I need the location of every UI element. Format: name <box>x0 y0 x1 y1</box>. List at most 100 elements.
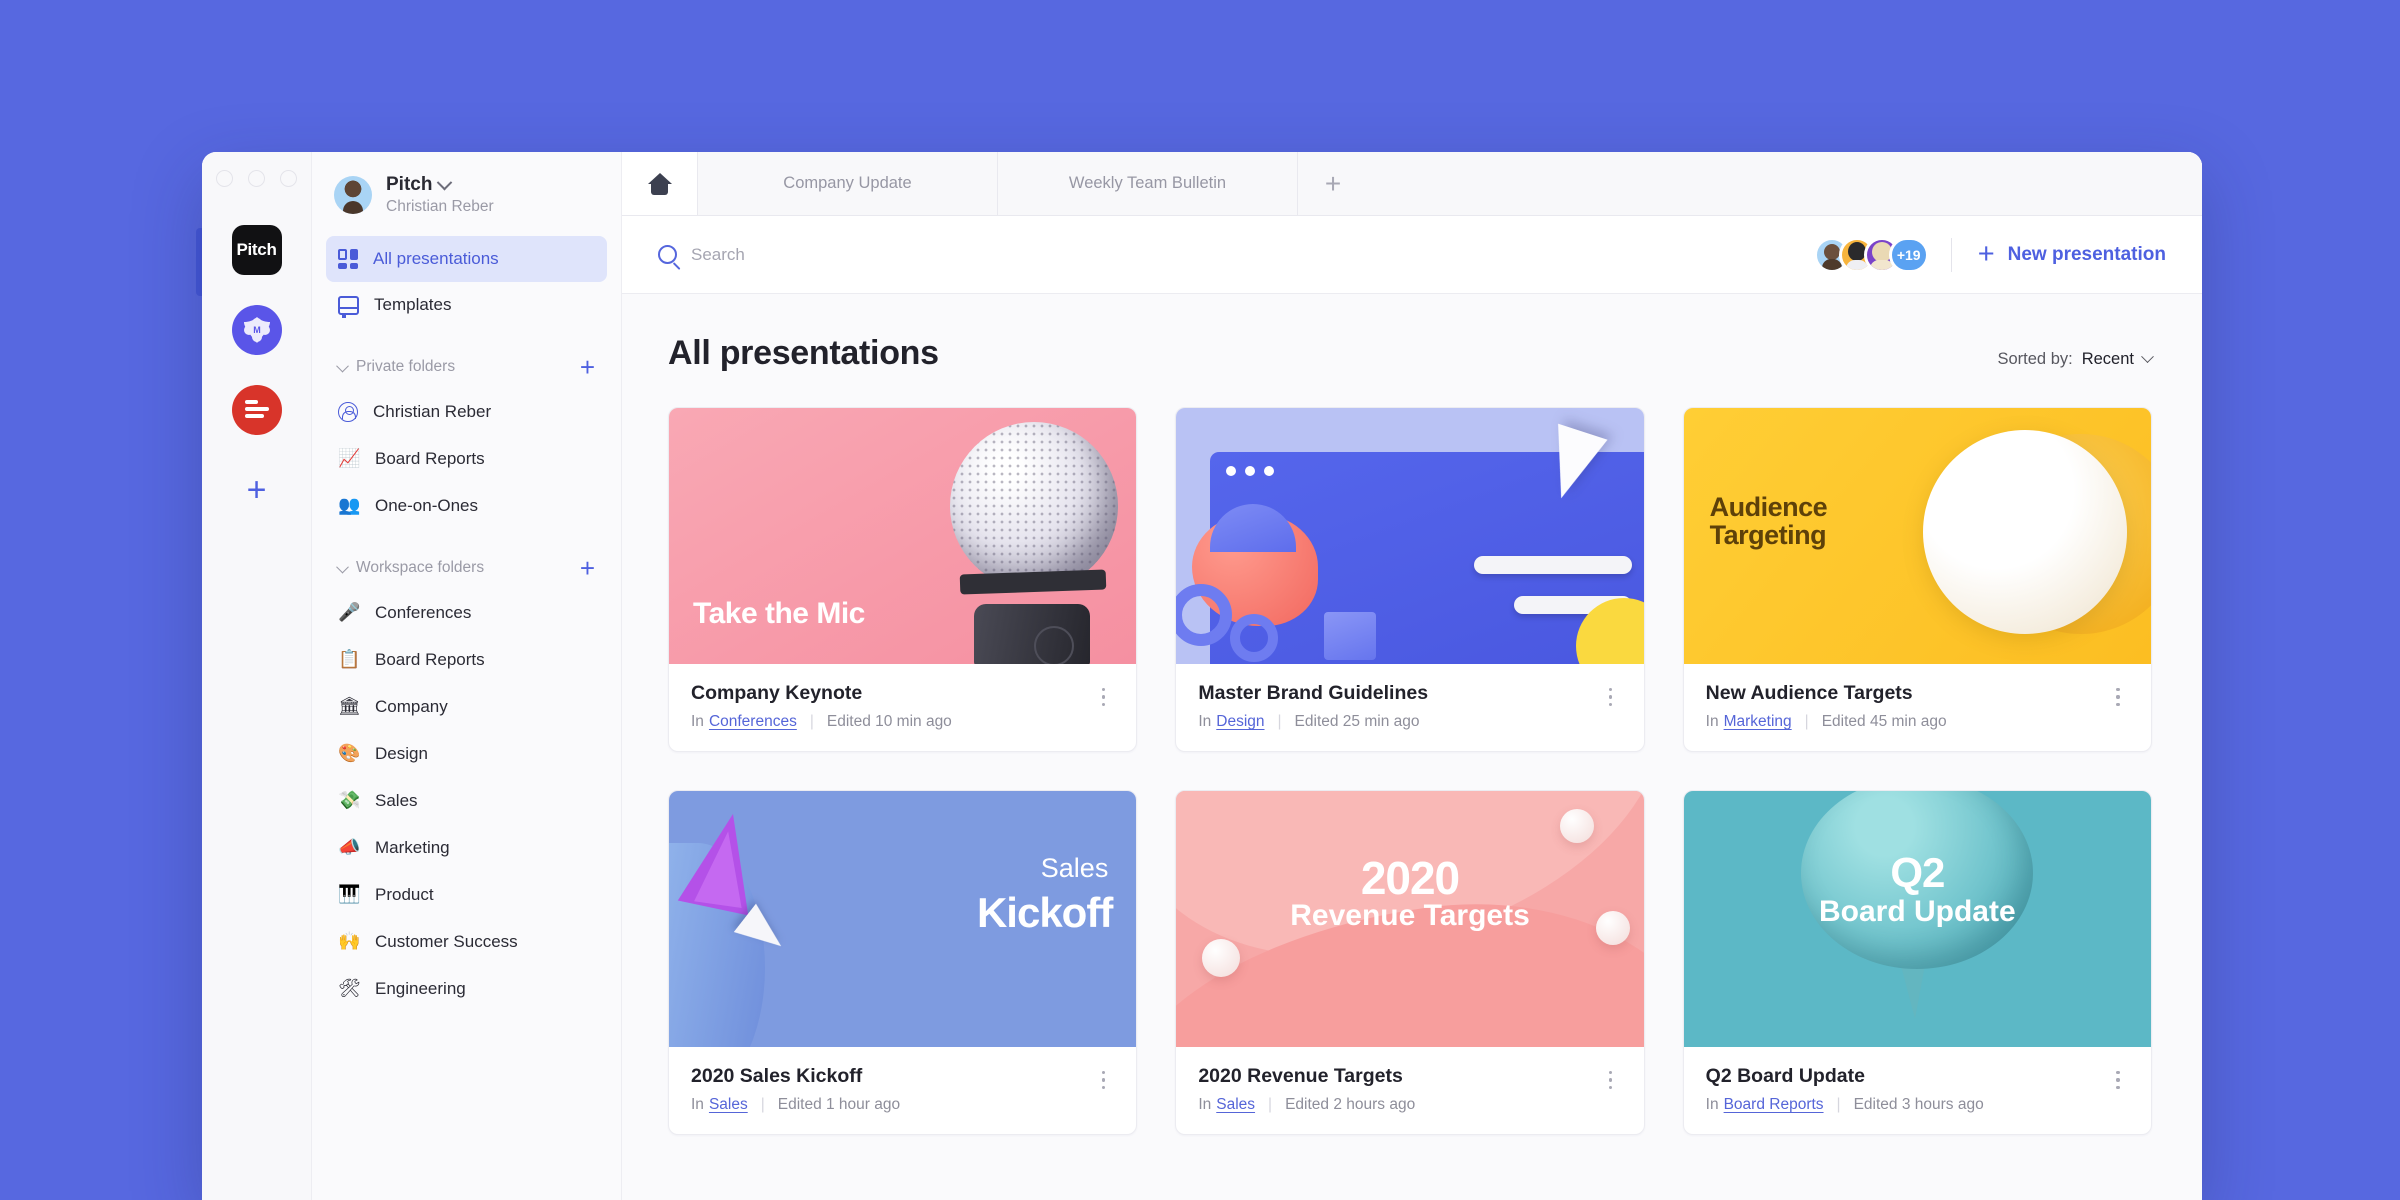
presentation-card[interactable]: 2020 Revenue Targets 2020 Revenue Target… <box>1175 790 1645 1135</box>
close-button[interactable] <box>216 170 233 187</box>
card-in-label: In <box>1198 713 1212 730</box>
thumbnail-title-line1: Q2 <box>1890 849 1945 896</box>
sidebar-item-templates[interactable]: Templates <box>326 282 607 328</box>
add-private-folder-button[interactable]: + <box>580 354 595 380</box>
card-folder-link[interactable]: Sales <box>709 1096 748 1114</box>
bank-emoji-icon: 🏛 <box>338 696 361 717</box>
sort-dropdown[interactable]: Sorted by: Recent <box>1998 350 2154 369</box>
presentation-thumbnail[interactable]: Q2 Board Update <box>1683 791 2151 1047</box>
card-meta: In Conferences | Edited 10 min ago <box>691 713 1092 731</box>
thumbnail-title-line2: Board Update <box>1818 895 2016 928</box>
search-input[interactable] <box>691 244 1091 265</box>
new-presentation-button[interactable]: + New presentation <box>1977 237 2172 270</box>
card-in-label: In <box>691 1096 704 1113</box>
card-footer: Company Keynote In Conferences | Edited … <box>669 664 1136 751</box>
thumbnail-title: Take the Mic <box>693 597 865 631</box>
app-window: Pitch M + Pitch Christian Reber All pres… <box>202 152 2202 1200</box>
sidebar-folder-sales[interactable]: 💸 Sales <box>326 777 607 824</box>
presentation-card[interactable]: Master Brand Guidelines In Design | Edit… <box>1175 407 1645 752</box>
window-dots-shape <box>1226 466 1275 476</box>
toolbar-divider <box>1950 237 1952 272</box>
tab-label: Company Update <box>783 174 912 192</box>
workspace-icon-red[interactable] <box>231 385 282 435</box>
presentation-grid: Take the Mic Company Keynote In Conferen… <box>668 407 2152 1135</box>
card-footer: 2020 Revenue Targets In Sales | Edited 2… <box>1176 1047 1643 1134</box>
sidebar-folder-customer-success[interactable]: 🙌 Customer Success <box>326 918 607 965</box>
sidebar-item-all-presentations[interactable]: All presentations <box>326 236 607 282</box>
tab-weekly-team-bulletin[interactable]: Weekly Team Bulletin <box>998 152 1298 215</box>
collaborator-avatars[interactable]: +19 <box>1813 236 1929 273</box>
avatar-overflow-count[interactable]: +19 <box>1888 236 1929 273</box>
card-title: Q2 Board Update <box>1705 1065 1865 1087</box>
meta-divider: | <box>1277 713 1282 730</box>
page-title: All presentations <box>668 334 939 372</box>
lines-icon <box>244 400 269 418</box>
sidebar-folder-company[interactable]: 🏛 Company <box>326 683 607 730</box>
account-switcher[interactable]: Pitch Christian Reber <box>326 152 607 236</box>
private-folders-header[interactable]: Private folders + <box>326 328 607 388</box>
card-title: New Audience Targets <box>1705 682 1913 704</box>
presentation-card[interactable]: Take the Mic Company Keynote In Conferen… <box>668 407 1138 752</box>
sidebar-folder-product[interactable]: 🎹 Product <box>326 871 607 918</box>
microphone-body-shape <box>974 604 1091 664</box>
card-folder-link[interactable]: Design <box>1216 713 1264 731</box>
svg-text:M: M <box>253 325 261 335</box>
card-title: Company Keynote <box>691 682 863 704</box>
card-folder-link[interactable]: Marketing <box>1724 713 1792 731</box>
workspace-icon-pitch[interactable]: Pitch <box>231 225 282 275</box>
microphone-knob-shape <box>1034 626 1075 664</box>
plus-icon: + <box>1977 237 1995 270</box>
sidebar-folder-marketing[interactable]: 📣 Marketing <box>326 824 607 871</box>
new-tab-button[interactable]: + <box>1298 152 1368 215</box>
presentation-thumbnail[interactable]: Audience Targeting <box>1683 408 2151 664</box>
folder-label: Christian Reber <box>373 401 492 421</box>
folder-label: Company <box>375 696 448 716</box>
card-folder-link[interactable]: Conferences <box>709 713 797 731</box>
card-footer: Master Brand Guidelines In Design | Edit… <box>1176 664 1643 751</box>
workspace-icon-m[interactable]: M <box>231 305 282 355</box>
tab-home[interactable] <box>622 152 698 215</box>
presentation-thumbnail[interactable]: 2020 Revenue Targets <box>1176 791 1644 1047</box>
traffic-lights <box>216 170 297 187</box>
presentation-thumbnail[interactable]: Sales Kickoff <box>669 791 1137 1047</box>
card-more-menu-button[interactable] <box>2107 684 2129 710</box>
sidebar-folder-christian-reber[interactable]: Christian Reber <box>326 388 607 435</box>
toolbar: +19 + New presentation <box>622 216 2202 294</box>
presentation-card[interactable]: Q2 Board Update Q2 Board Update In Board… <box>1682 790 2152 1135</box>
sidebar-folder-one-on-ones[interactable]: 👥 One-on-Ones <box>326 482 607 529</box>
card-folder-link[interactable]: Board Reports <box>1724 1096 1824 1114</box>
folder-label: Product <box>375 884 434 904</box>
tab-company-update[interactable]: Company Update <box>698 152 998 215</box>
search-box[interactable] <box>658 244 1814 265</box>
sidebar-folder-design[interactable]: 🎨 Design <box>326 730 607 777</box>
workspace-folders-header[interactable]: Workspace folders + <box>326 529 607 589</box>
meta-divider: | <box>1836 1096 1841 1113</box>
card-folder-link[interactable]: Sales <box>1216 1096 1255 1114</box>
section-title: Workspace folders <box>356 559 485 576</box>
card-edited-time: Edited 2 hours ago <box>1285 1096 1416 1113</box>
card-more-menu-button[interactable] <box>1092 1067 1114 1093</box>
add-workspace-folder-button[interactable]: + <box>580 555 595 581</box>
megaphone-emoji-icon: 📣 <box>338 837 361 858</box>
presentation-thumbnail[interactable]: Take the Mic <box>669 408 1137 664</box>
sidebar-folder-board-reports-private[interactable]: 📈 Board Reports <box>326 435 607 482</box>
add-workspace-button[interactable]: + <box>247 473 267 507</box>
sidebar-folder-board-reports[interactable]: 📋 Board Reports <box>326 636 607 683</box>
card-more-menu-button[interactable] <box>1600 1067 1622 1093</box>
presentation-card[interactable]: Sales Kickoff 2020 Sales Kickoff In Sale… <box>668 790 1138 1135</box>
presentation-thumbnail[interactable] <box>1176 408 1644 664</box>
card-more-menu-button[interactable] <box>1600 684 1622 710</box>
presentation-card[interactable]: Audience Targeting New Audience Targets … <box>1682 407 2152 752</box>
tab-label: Weekly Team Bulletin <box>1068 174 1227 192</box>
minimize-button[interactable] <box>248 170 265 187</box>
money-emoji-icon: 💸 <box>338 790 361 811</box>
card-more-menu-button[interactable] <box>1092 684 1114 710</box>
sidebar-folder-conferences[interactable]: 🎤 Conferences <box>326 589 607 636</box>
meta-divider: | <box>1268 1096 1273 1113</box>
card-edited-time: Edited 3 hours ago <box>1853 1096 1984 1113</box>
sidebar-folder-engineering[interactable]: 🛠 Engineering <box>326 965 607 1012</box>
card-meta: In Board Reports | Edited 3 hours ago <box>1706 1096 2107 1114</box>
maximize-button[interactable] <box>280 170 297 187</box>
card-more-menu-button[interactable] <box>2107 1067 2129 1093</box>
account-user-name: Christian Reber <box>386 198 494 215</box>
